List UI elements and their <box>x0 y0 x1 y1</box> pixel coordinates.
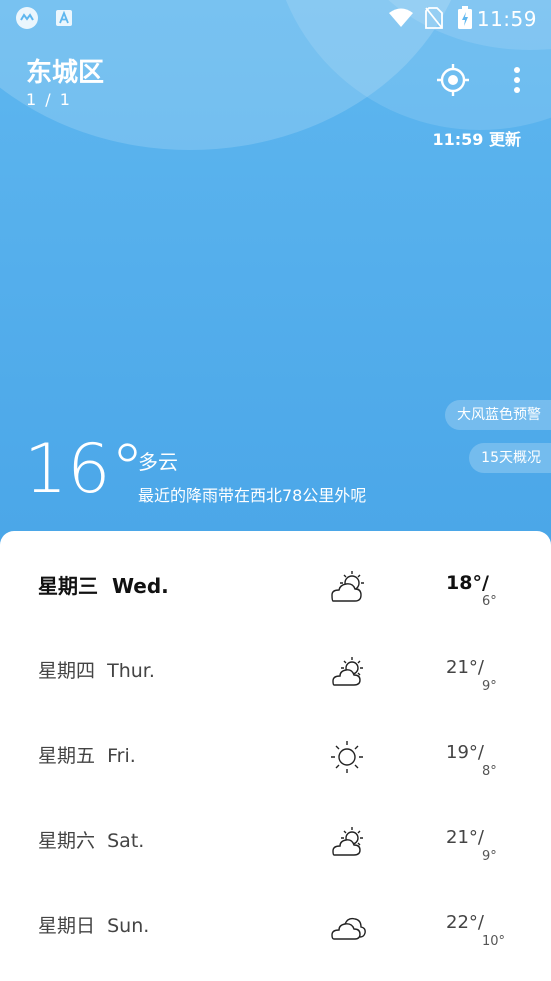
cloudy-icon <box>325 907 369 947</box>
low-temp: 9° <box>482 679 497 694</box>
day-en: Sat. <box>107 830 145 852</box>
no-sim-icon <box>425 7 443 33</box>
high-temp: 22°/ <box>446 912 484 933</box>
forecast-day: 星期四 Thur. <box>38 629 155 714</box>
day-cn: 星期三 <box>38 574 98 598</box>
rain-notice: 最近的降雨带在西北78公里外呢 <box>138 486 367 505</box>
partly-cloudy-icon <box>325 652 369 692</box>
more-vert-icon <box>514 67 520 93</box>
app-circle-icon <box>14 6 40 34</box>
high-temp: 21°/ <box>446 657 484 678</box>
forecast-row[interactable]: 星期六 Sat. 21°/ 9° <box>0 799 551 884</box>
high-temp: 18°/ <box>446 572 489 594</box>
locate-icon <box>437 64 469 96</box>
low-temp: 9° <box>482 849 497 864</box>
high-temp: 19°/ <box>446 742 484 763</box>
day-en: Wed. <box>111 574 169 598</box>
day-cn: 星期六 <box>38 830 96 852</box>
sunny-icon <box>325 737 369 777</box>
forecast-15-day-pill[interactable]: 15天概况 <box>469 443 551 473</box>
forecast-day: 星期三 Wed. <box>38 544 169 629</box>
low-temp: 6° <box>482 594 497 609</box>
locate-button[interactable] <box>435 62 471 98</box>
low-temp: 8° <box>482 764 497 779</box>
day-en: Sun. <box>107 915 150 937</box>
forecast-row[interactable]: 星期日 Sun. 22°/ 10° <box>0 884 551 969</box>
wifi-icon <box>388 8 414 32</box>
location-title[interactable]: 东城区 <box>26 52 104 89</box>
forecast-row[interactable]: 星期三 Wed. 18°/ 6° <box>0 544 551 629</box>
day-en: Fri. <box>107 745 136 767</box>
current-condition: 多云 <box>138 450 178 474</box>
forecast-day: 星期日 Sun. <box>38 884 149 969</box>
status-time: 11:59 <box>476 7 537 31</box>
forecast-row[interactable]: 星期四 Thur. 21°/ 9° <box>0 629 551 714</box>
day-cn: 星期五 <box>38 745 96 767</box>
forecast-day: 星期五 Fri. <box>38 714 136 799</box>
battery-charging-icon <box>457 6 473 34</box>
day-cn: 星期日 <box>38 915 96 937</box>
update-time: 11:59 更新 <box>432 130 521 149</box>
forecast-day: 星期六 Sat. <box>38 799 144 884</box>
partly-cloudy-icon <box>325 567 369 607</box>
font-a-icon <box>55 9 73 31</box>
more-menu-button[interactable] <box>505 62 529 98</box>
high-temp: 21°/ <box>446 827 484 848</box>
weather-alert-pill[interactable]: 大风蓝色预警 <box>445 400 551 430</box>
partly-cloudy-icon <box>325 822 369 862</box>
low-temp: 10° <box>482 934 506 949</box>
status-bar: 11:59 <box>0 0 551 38</box>
forecast-row[interactable]: 星期五 Fri. 19°/ 8° <box>0 714 551 799</box>
current-temperature: 16° <box>24 430 145 509</box>
sky-background: 11:59 东城区 1 / 1 11:59 更新 大风蓝色预警 15天概况 16… <box>0 0 551 560</box>
day-cn: 星期四 <box>38 660 96 682</box>
weather-app: 11:59 东城区 1 / 1 11:59 更新 大风蓝色预警 15天概况 16… <box>0 0 551 981</box>
page-indicator: 1 / 1 <box>26 90 72 109</box>
day-en: Thur. <box>107 660 155 682</box>
forecast-card: 星期三 Wed. 18°/ 6° 星期四 Thur. 21°/ 9° 星期五 F… <box>0 531 551 981</box>
